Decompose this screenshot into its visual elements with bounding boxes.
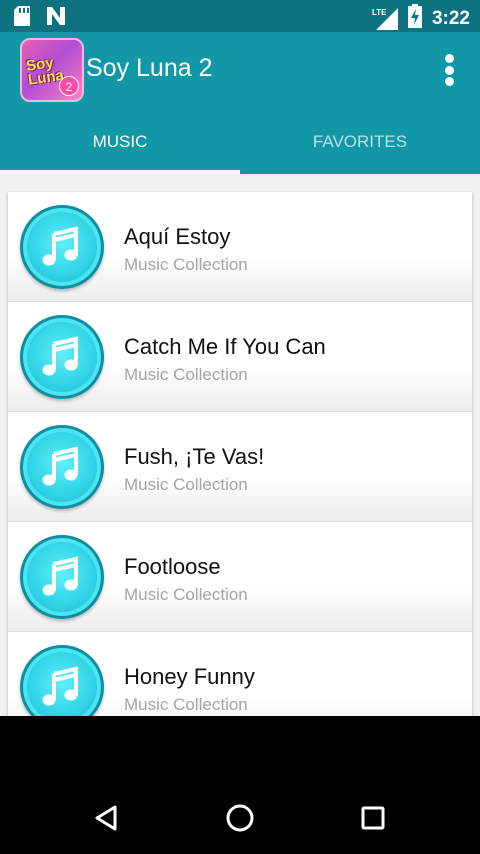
navigation-bar (0, 716, 480, 854)
clock: 3:22 (431, 7, 470, 29)
music-note-icon (20, 645, 104, 716)
music-note-icon (20, 205, 104, 289)
song-subtitle: Music Collection (124, 695, 248, 714)
song-subtitle: Music Collection (124, 475, 248, 494)
lte-signal-icon: LTE (371, 7, 398, 30)
tab-favorites-label: FAVORITES (312, 132, 408, 151)
sd-card-icon (14, 6, 32, 31)
tab-favorites[interactable]: FAVORITES (240, 108, 480, 174)
music-note-icon (20, 315, 104, 399)
tab-bar: MUSIC FAVORITES (0, 108, 480, 174)
song-item[interactable]: Fush, ¡Te Vas! Music Collection (8, 412, 472, 522)
battery-charging-icon (407, 4, 422, 33)
music-note-icon (20, 425, 104, 509)
song-subtitle: Music Collection (124, 585, 248, 604)
recents-square-icon[interactable] (343, 796, 403, 840)
logo-badge: 2 (59, 76, 79, 96)
n-notification-icon (46, 6, 66, 31)
song-title: Footloose (124, 554, 221, 579)
song-title: Fush, ¡Te Vas! (124, 444, 265, 469)
song-list-container[interactable]: Aquí Estoy Music Collection Catch Me If … (0, 174, 480, 716)
status-bar: LTE 3:22 (0, 0, 480, 32)
song-title: Aquí Estoy (124, 224, 231, 249)
app-logo-icon: Soy Luna 2 (20, 38, 84, 102)
song-item[interactable]: Honey Funny Music Collection (8, 632, 472, 716)
app-title: Soy Luna 2 (86, 54, 213, 82)
app-bar: Soy Luna 2 Soy Luna 2 (0, 32, 480, 108)
song-title: Catch Me If You Can (124, 334, 326, 359)
network-type-label: LTE (371, 7, 387, 17)
song-list: Aquí Estoy Music Collection Catch Me If … (8, 192, 472, 716)
song-subtitle: Music Collection (124, 365, 248, 384)
back-triangle-icon[interactable] (76, 796, 136, 840)
tab-music[interactable]: MUSIC (0, 108, 240, 174)
song-item[interactable]: Footloose Music Collection (8, 522, 472, 632)
music-note-icon (20, 535, 104, 619)
overflow-menu-icon[interactable] (434, 50, 464, 90)
tab-music-label: MUSIC (92, 132, 148, 151)
song-subtitle: Music Collection (124, 255, 248, 274)
home-circle-icon[interactable] (210, 796, 270, 840)
song-item[interactable]: Aquí Estoy Music Collection (8, 192, 472, 302)
song-item[interactable]: Catch Me If You Can Music Collection (8, 302, 472, 412)
song-title: Honey Funny (124, 664, 255, 689)
